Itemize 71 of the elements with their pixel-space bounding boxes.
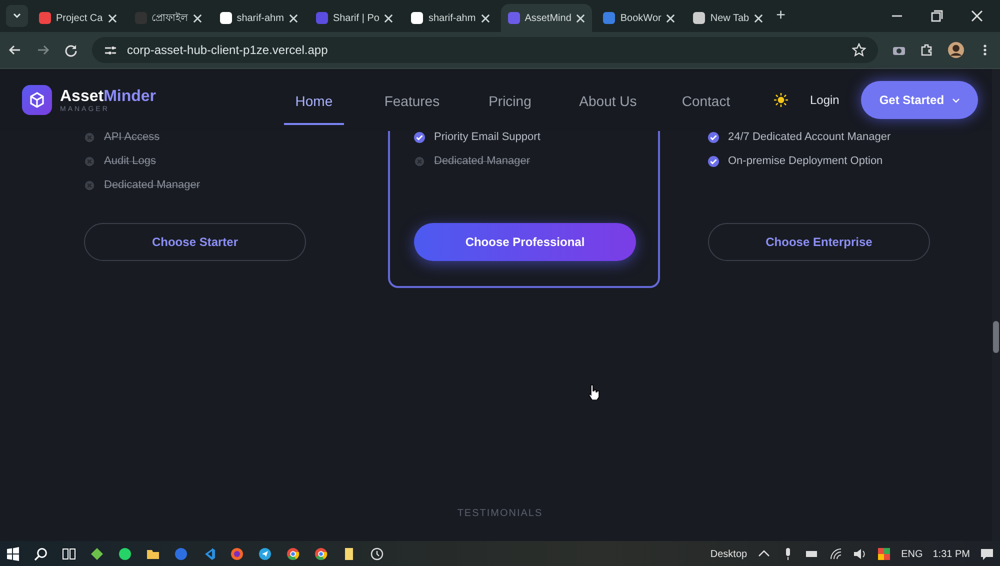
feature-text: Dedicated Manager: [434, 155, 530, 167]
close-icon[interactable]: [480, 14, 490, 22]
notification-icon[interactable]: [980, 547, 994, 561]
browser-tab[interactable]: sharif-ahm: [212, 4, 305, 32]
chrome-icon[interactable]: [314, 547, 328, 561]
feature-text: 24/7 Dedicated Account Manager: [728, 131, 891, 143]
browser-tab[interactable]: New Tab: [686, 4, 770, 32]
chrome-icon[interactable]: [286, 547, 300, 561]
site-info-icon[interactable]: [104, 44, 117, 56]
sun-icon[interactable]: [774, 93, 788, 107]
close-icon[interactable]: [666, 14, 676, 22]
puzzle-icon[interactable]: [920, 43, 934, 57]
hand-cursor-icon: [588, 384, 600, 400]
folder-icon[interactable]: [146, 547, 160, 561]
choose-plan-button[interactable]: Choose Starter: [84, 223, 306, 261]
browser-tab[interactable]: sharif-ahm: [404, 4, 497, 32]
desktop-toolbar-label[interactable]: Desktop: [710, 548, 748, 560]
tab-list-button[interactable]: [6, 5, 28, 27]
clock-icon[interactable]: [370, 547, 384, 561]
brand-name[interactable]: AssetMinder: [60, 88, 156, 106]
section-heading: TESTIMONIALS: [457, 508, 543, 519]
close-icon[interactable]: [192, 14, 202, 22]
language-indicator[interactable]: ENG: [901, 548, 923, 560]
browser-tab[interactable]: AssetMind: [500, 4, 592, 32]
feature-text: Audit Logs: [104, 155, 156, 167]
feature-text: Dedicated Manager: [104, 179, 200, 191]
close-icon[interactable]: [754, 14, 764, 22]
get-started-button[interactable]: Get Started: [861, 81, 978, 119]
diamond-icon[interactable]: [90, 547, 104, 561]
feature-text: On-premise Deployment Option: [728, 155, 883, 167]
browser-tab[interactable]: প্রোফাইল: [128, 4, 209, 32]
nav-link[interactable]: Home: [284, 75, 344, 125]
browser-tab[interactable]: BookWor: [596, 4, 682, 32]
nav-link[interactable]: Contact: [676, 75, 736, 125]
chevron-down-icon[interactable]: [13, 13, 21, 19]
circle-icon[interactable]: [174, 547, 188, 561]
clock-time[interactable]: 1:31 PM: [932, 548, 970, 560]
forward-icon[interactable]: [36, 43, 50, 57]
paper-plane-icon[interactable]: [258, 547, 272, 561]
restore-icon[interactable]: [930, 9, 944, 23]
chevron-down-icon: [952, 98, 960, 102]
cube-logo-icon[interactable]: [22, 85, 52, 115]
wifi-icon[interactable]: [829, 547, 844, 561]
new-tab-button[interactable]: +: [776, 7, 786, 25]
close-icon[interactable]: [970, 9, 984, 23]
choose-plan-button[interactable]: Choose Enterprise: [708, 223, 930, 261]
choose-plan-button[interactable]: Choose Professional: [414, 223, 636, 261]
close-icon[interactable]: [576, 14, 586, 22]
task-view-icon[interactable]: [62, 547, 76, 561]
login-link[interactable]: Login: [810, 93, 840, 107]
star-icon[interactable]: [852, 43, 866, 57]
search-icon[interactable]: [34, 547, 48, 561]
address-bar[interactable]: corp-asset-hub-client-p1ze.vercel.app: [92, 37, 878, 63]
nav-link[interactable]: Features: [382, 75, 442, 125]
windows-start-icon[interactable]: [6, 547, 20, 561]
browser-tab[interactable]: Sharif | Po: [308, 4, 400, 32]
nav-link[interactable]: Pricing: [480, 75, 540, 125]
close-icon[interactable]: [288, 14, 298, 22]
scrollbar[interactable]: [992, 69, 1000, 541]
feature-text: Priority Email Support: [434, 131, 540, 143]
browser-tab[interactable]: Project Ca: [32, 4, 124, 32]
close-icon[interactable]: [108, 14, 117, 22]
speaker-icon[interactable]: [853, 547, 868, 561]
feature-text: API Access: [104, 131, 160, 143]
square-icon[interactable]: [877, 547, 892, 561]
close-icon[interactable]: [384, 14, 394, 22]
avatar-icon[interactable]: [948, 42, 964, 58]
back-icon[interactable]: [8, 43, 22, 57]
reload-icon[interactable]: [64, 43, 78, 57]
nav-link[interactable]: About Us: [578, 75, 638, 125]
note-icon[interactable]: [342, 547, 356, 561]
